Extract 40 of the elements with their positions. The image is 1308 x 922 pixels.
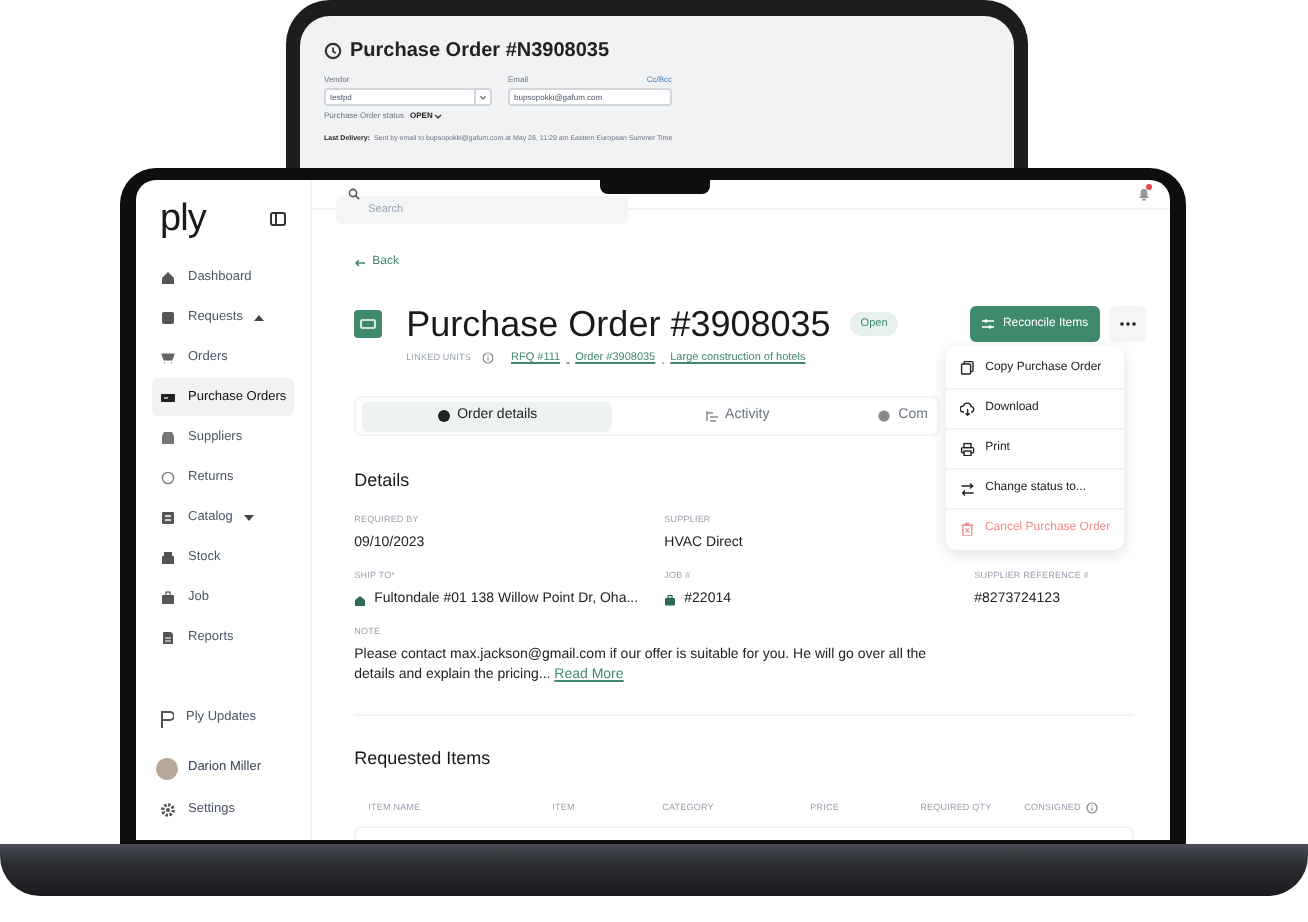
purchase-order-icon bbox=[354, 310, 383, 338]
sliders-icon bbox=[982, 318, 995, 330]
nav-icon bbox=[160, 629, 176, 645]
more-options-button[interactable] bbox=[1110, 306, 1147, 342]
tablet-title: Purchase Order #N3908035 bbox=[350, 38, 610, 66]
copy-icon bbox=[960, 360, 976, 376]
cloud-download-icon bbox=[960, 401, 976, 417]
caret-icon bbox=[474, 89, 490, 105]
nav-icon bbox=[160, 309, 176, 325]
printer-icon bbox=[960, 441, 976, 457]
notification-icon[interactable] bbox=[1136, 186, 1153, 202]
tab-icon bbox=[437, 410, 450, 423]
arrow-left-icon bbox=[354, 258, 367, 268]
tab-icon bbox=[878, 410, 891, 423]
sidebar-toggle-icon[interactable] bbox=[270, 212, 287, 226]
clock-icon bbox=[324, 42, 342, 60]
nav-icon bbox=[160, 549, 176, 565]
building-icon bbox=[354, 594, 367, 606]
nav-icon bbox=[160, 509, 176, 525]
page-title: Purchase Order #3908035 bbox=[406, 306, 831, 342]
section-heading: Requested Items bbox=[354, 746, 491, 772]
flag-icon bbox=[160, 709, 174, 727]
info-icon bbox=[481, 352, 493, 365]
settings-icon bbox=[160, 802, 176, 818]
nav-icon bbox=[160, 389, 176, 405]
caret-icon bbox=[434, 113, 443, 119]
info-icon bbox=[1086, 801, 1099, 814]
tab-icon bbox=[705, 410, 718, 423]
avatar bbox=[156, 757, 178, 779]
section-heading: Details bbox=[354, 468, 410, 495]
nav-icon bbox=[160, 589, 176, 605]
nav-icon bbox=[160, 269, 176, 285]
nav-icon bbox=[160, 469, 176, 485]
swap-arrows-icon bbox=[960, 481, 976, 497]
briefcase-icon bbox=[664, 594, 677, 606]
nav-icon bbox=[160, 349, 176, 365]
nav-icon bbox=[160, 429, 176, 445]
search-icon bbox=[348, 188, 361, 200]
logo: ply bbox=[160, 200, 206, 238]
trash-icon bbox=[960, 521, 975, 537]
